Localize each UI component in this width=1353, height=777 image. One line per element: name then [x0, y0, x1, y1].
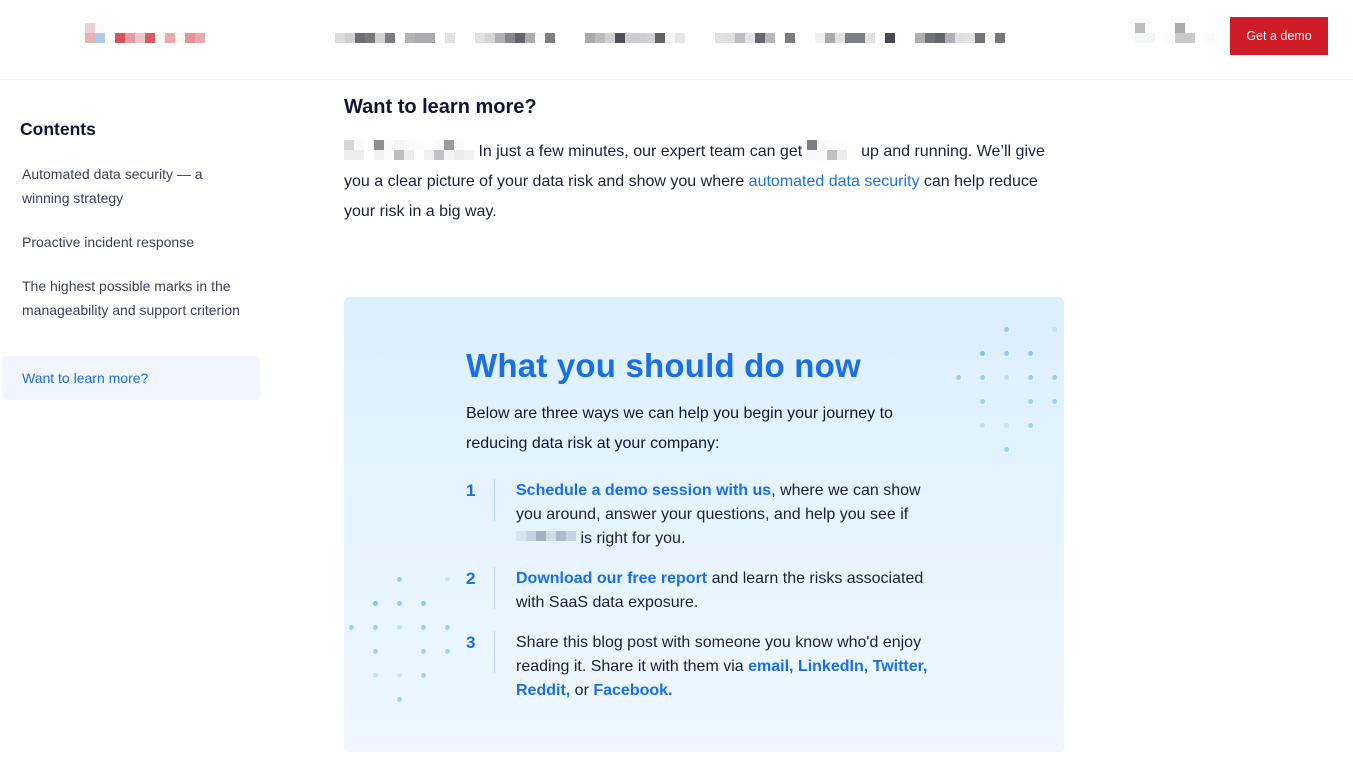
step-number: 2: [466, 567, 495, 609]
toc-item-proactive-incident-response[interactable]: Proactive incident response: [2, 230, 260, 254]
step-number: 1: [466, 479, 495, 521]
decorative-dot: [373, 649, 378, 654]
share-reddit-link[interactable]: Reddit,: [516, 682, 570, 699]
decorative-dot: [397, 697, 402, 702]
decorative-dot: [1028, 399, 1033, 404]
decorative-dot: [373, 625, 378, 630]
decorative-dot: [1004, 447, 1009, 452]
decorative-dot: [956, 375, 961, 380]
nav-item-4[interactable]: [715, 33, 795, 43]
redacted-text: [516, 530, 576, 541]
decorative-dot: [1028, 375, 1033, 380]
intro-text-2: up and running.: [861, 143, 973, 160]
decorative-dot: [397, 601, 402, 606]
decorative-dot: [397, 673, 402, 678]
automated-data-security-link[interactable]: automated data security: [749, 173, 920, 190]
decorative-dot: [373, 673, 378, 678]
login-link[interactable]: [1135, 23, 1225, 43]
nav-item-5[interactable]: [815, 33, 895, 43]
company-logo[interactable]: [85, 23, 210, 43]
get-a-demo-button[interactable]: Get a demo: [1230, 17, 1328, 55]
decorative-dot: [1004, 351, 1009, 356]
decorative-dot: [980, 351, 985, 356]
decorative-dot: [1052, 399, 1057, 404]
decorative-dot: [397, 577, 402, 582]
decorative-dot: [445, 625, 450, 630]
decorative-dot: [445, 577, 450, 582]
decorative-dots-bottom-left: [349, 577, 459, 707]
step-text: Download our free report and learn the r…: [516, 567, 946, 615]
step-1-text-b: is right for you.: [580, 530, 686, 547]
decorative-dots-top-right: [956, 327, 1064, 457]
site-header: Get a demo: [0, 0, 1353, 80]
decorative-dot: [1004, 375, 1009, 380]
decorative-dot: [980, 375, 985, 380]
decorative-dot: [980, 423, 985, 428]
or-text: or: [574, 682, 589, 699]
step-text: Share this blog post with someone you kn…: [516, 631, 946, 703]
share-email-link[interactable]: email,: [748, 658, 793, 675]
toc-item-highest-possible-marks[interactable]: The highest possible marks in the manage…: [2, 274, 260, 322]
step-number: 3: [466, 631, 495, 673]
decorative-dot: [421, 601, 426, 606]
intro-text-1: In just a few minutes, our expert team c…: [478, 143, 803, 160]
nav-item-6[interactable]: [915, 33, 1005, 43]
redacted-text: [344, 139, 474, 160]
call-to-action-card: What you should do now Below are three w…: [344, 297, 1064, 752]
share-facebook-link[interactable]: Facebook.: [593, 682, 672, 699]
decorative-dot: [1004, 423, 1009, 428]
step-2: 2 Download our free report and learn the…: [466, 567, 946, 615]
redacted-text: [806, 139, 857, 160]
decorative-dot: [421, 673, 426, 678]
section-title: Want to learn more?: [344, 96, 537, 118]
decorative-dot: [421, 649, 426, 654]
nav-item-1[interactable]: [335, 33, 455, 43]
schedule-demo-link[interactable]: Schedule a demo session with us: [516, 482, 771, 499]
download-report-link[interactable]: Download our free report: [516, 570, 707, 587]
decorative-dot: [349, 625, 354, 630]
share-twitter-link[interactable]: Twitter,: [873, 658, 928, 675]
decorative-dot: [445, 649, 450, 654]
decorative-dot: [1028, 351, 1033, 356]
step-text: Schedule a demo session with us, where w…: [516, 479, 946, 551]
contents-heading: Contents: [20, 119, 96, 139]
toc-item-automated-data-security[interactable]: Automated data security — a winning stra…: [2, 162, 260, 210]
toc-item-want-to-learn-more[interactable]: Want to learn more?: [2, 356, 260, 400]
step-1: 1 Schedule a demo session with us, where…: [466, 479, 946, 551]
decorative-dot: [421, 625, 426, 630]
card-title: What you should do now: [466, 347, 861, 384]
nav-item-2[interactable]: [475, 33, 555, 43]
decorative-dot: [373, 601, 378, 606]
decorative-dot: [397, 625, 402, 630]
decorative-dot: [1052, 375, 1057, 380]
card-subtitle: Below are three ways we can help you beg…: [466, 405, 893, 452]
step-3: 3 Share this blog post with someone you …: [466, 631, 946, 703]
decorative-dot: [1052, 327, 1057, 332]
share-linkedin-link[interactable]: LinkedIn,: [798, 658, 868, 675]
decorative-dot: [980, 399, 985, 404]
decorative-dot: [1028, 423, 1033, 428]
nav-item-3[interactable]: [585, 33, 685, 43]
intro-paragraph: In just a few minutes, our expert team c…: [344, 137, 1064, 227]
decorative-dot: [1004, 327, 1009, 332]
